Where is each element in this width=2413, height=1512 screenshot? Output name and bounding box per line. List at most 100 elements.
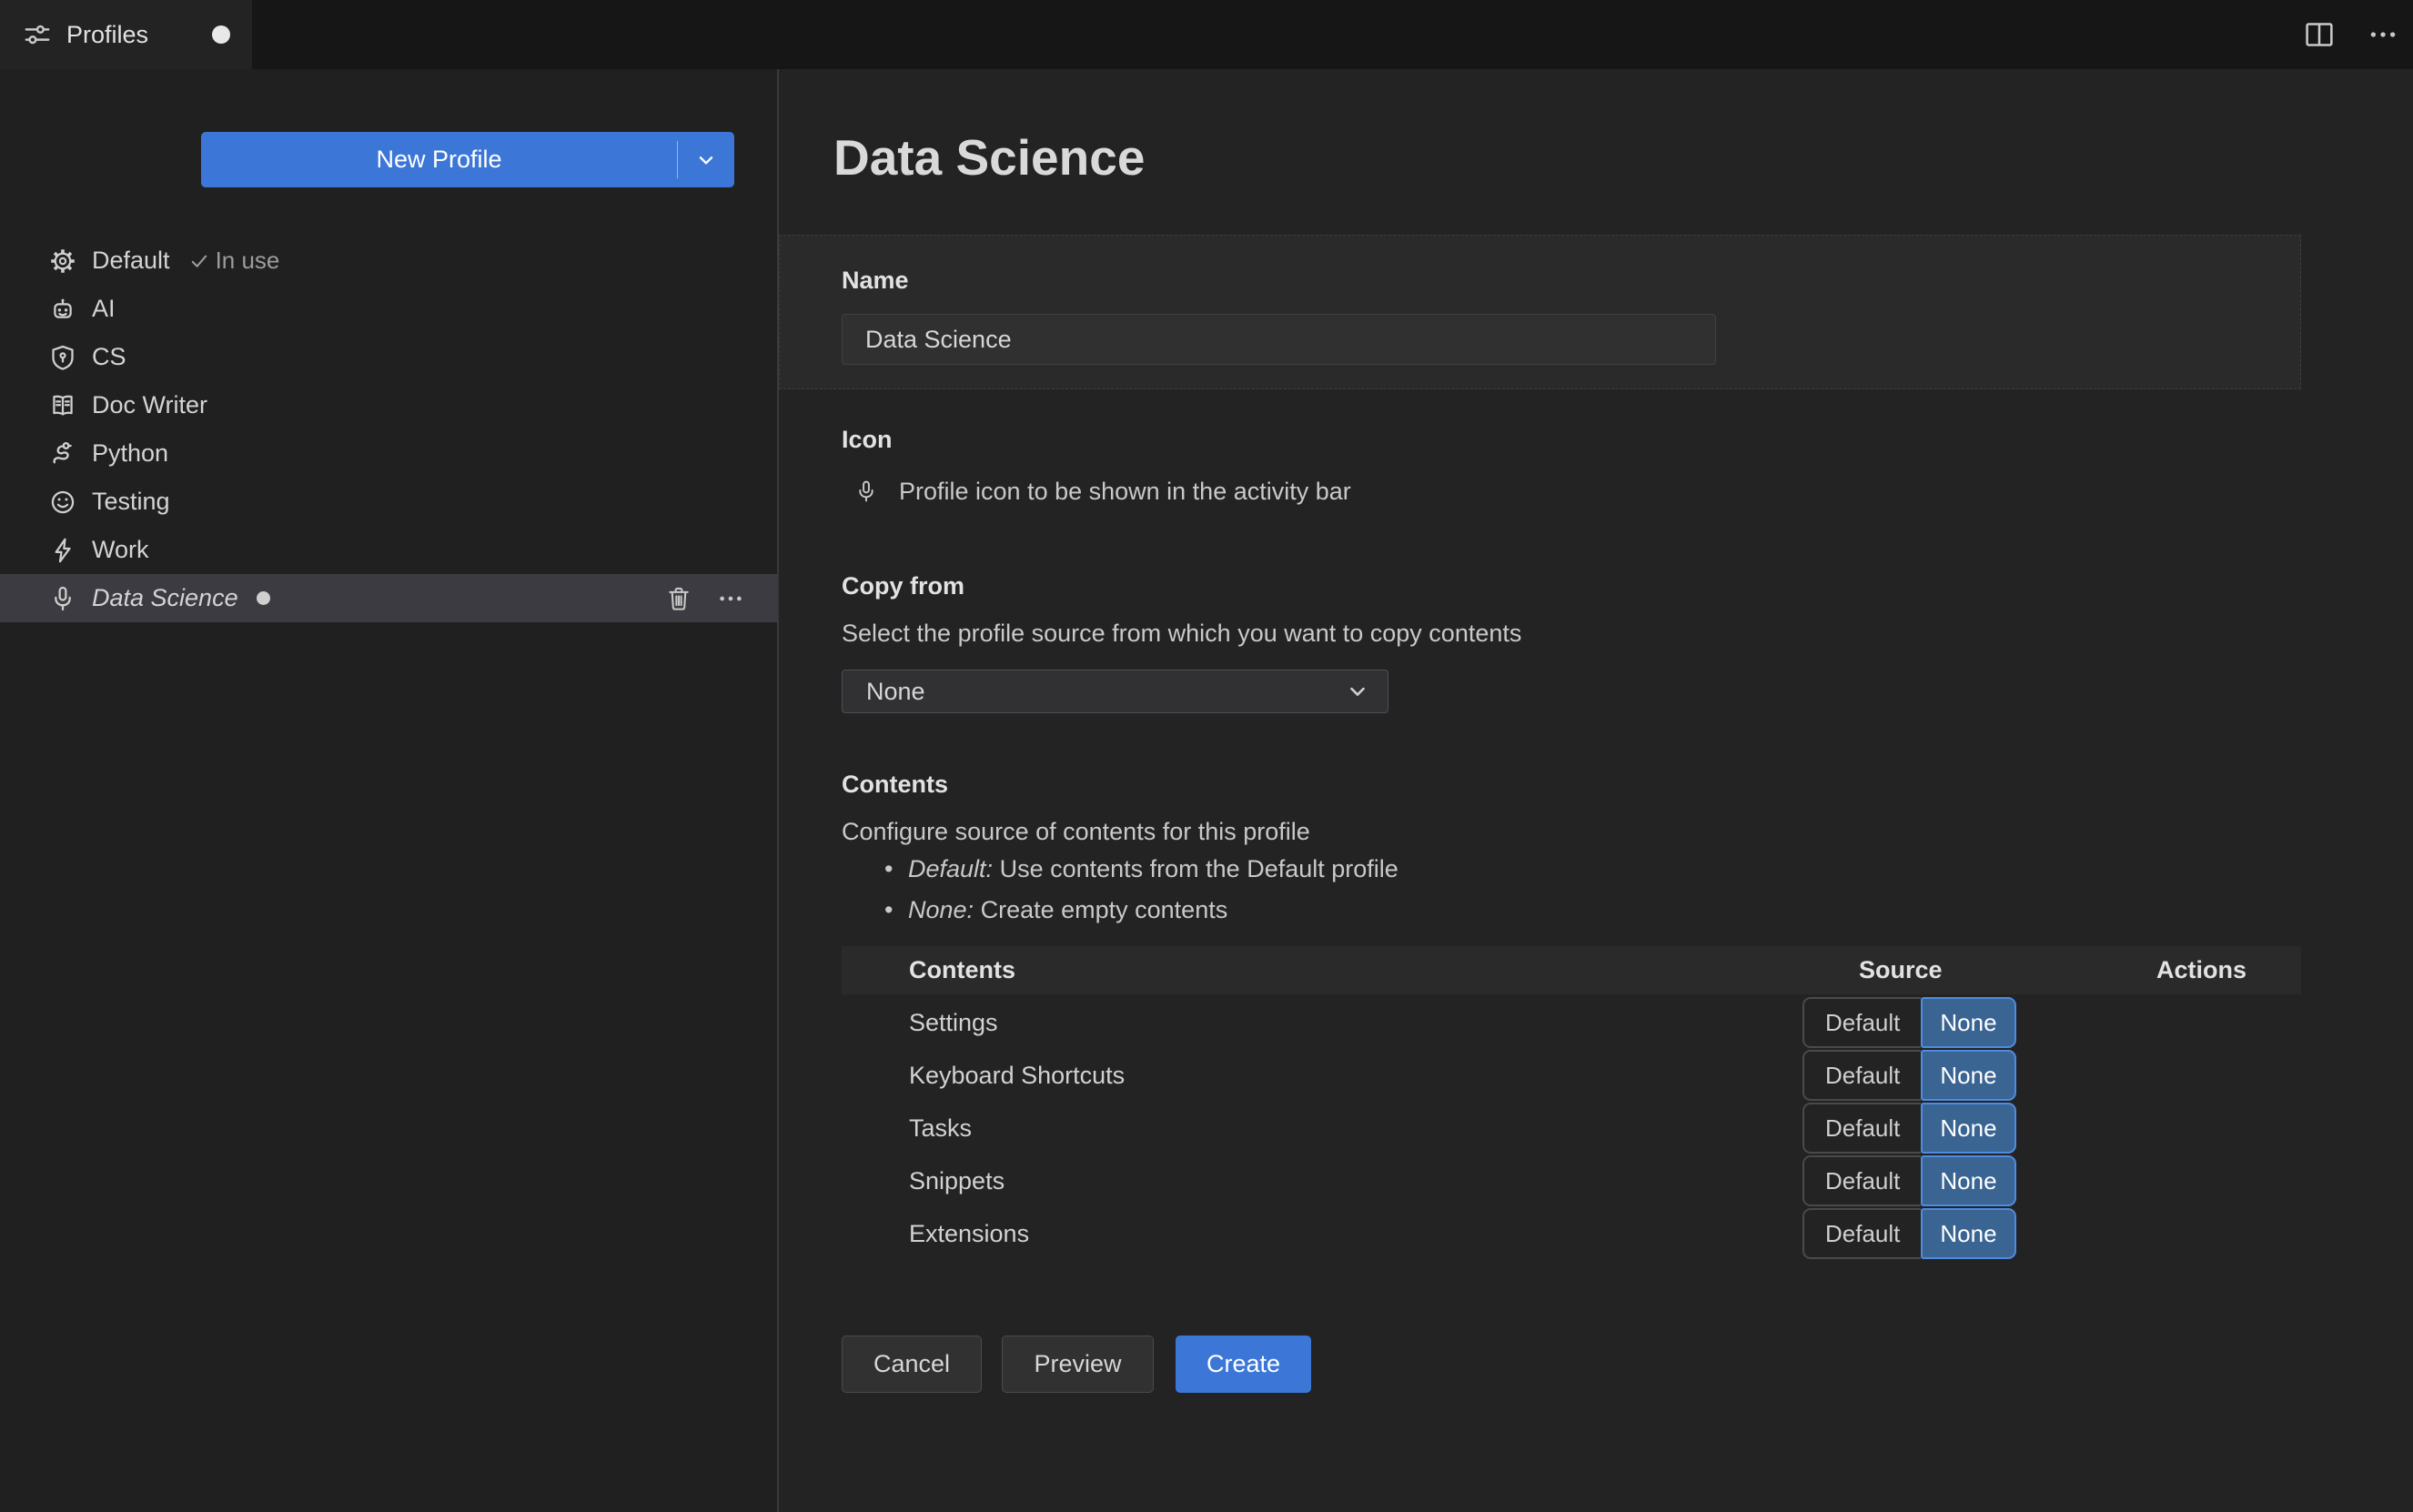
- profile-label: Doc Writer: [92, 391, 208, 418]
- copy-from-value: None: [866, 677, 925, 705]
- bullet-dot: •: [884, 855, 894, 882]
- column-header-contents: Contents: [909, 956, 1015, 983]
- copy-from-description: Select the profile source from which you…: [842, 620, 1522, 647]
- editor-actions: [2304, 0, 2398, 69]
- table-row-extensions: Extensions Default None: [842, 1207, 2301, 1260]
- book-icon: [49, 392, 76, 419]
- profile-item-work[interactable]: Work: [0, 526, 777, 574]
- row-label: Extensions: [909, 1219, 1030, 1247]
- cancel-button[interactable]: Cancel: [842, 1336, 982, 1393]
- contents-table: Settings Default None Keyboard Shortcuts…: [842, 996, 2301, 1260]
- source-toggle: Default None: [1802, 1208, 2016, 1259]
- robot-icon: [49, 296, 76, 323]
- profile-item-ai[interactable]: AI: [0, 285, 777, 333]
- page-title: Data Science: [833, 129, 1146, 186]
- column-header-source: Source: [1859, 956, 1943, 983]
- source-option-none[interactable]: None: [1921, 1155, 2016, 1206]
- table-row-tasks: Tasks Default None: [842, 1102, 2301, 1154]
- snake-icon: [49, 440, 76, 468]
- delete-profile-button[interactable]: [665, 585, 692, 612]
- footer-actions: Cancel Preview Create: [842, 1336, 1311, 1393]
- profile-label: Python: [92, 439, 169, 467]
- chevron-down-icon: [1346, 680, 1369, 703]
- source-option-default[interactable]: Default: [1802, 1050, 1922, 1101]
- profile-item-default[interactable]: Default In use: [0, 237, 777, 285]
- tab-title: Profiles: [66, 20, 149, 48]
- new-profile-dropdown[interactable]: [678, 132, 734, 187]
- profile-icon-picker[interactable]: Profile icon to be shown in the activity…: [854, 471, 1351, 511]
- contents-label: Contents: [842, 771, 948, 798]
- chevron-down-icon: [699, 156, 713, 165]
- tab-bar: Profiles: [0, 0, 2413, 69]
- profile-item-doc-writer[interactable]: Doc Writer: [0, 381, 777, 429]
- tab-profiles[interactable]: Profiles: [0, 0, 252, 69]
- contents-description: Configure source of contents for this pr…: [842, 818, 1310, 845]
- split-editor-icon[interactable]: [2304, 19, 2335, 50]
- profile-item-data-science[interactable]: Data Science: [0, 574, 777, 622]
- profile-name-input[interactable]: [842, 314, 1716, 365]
- shield-icon: [49, 344, 76, 371]
- icon-label: Icon: [842, 426, 893, 453]
- table-row-keyboard-shortcuts: Keyboard Shortcuts Default None: [842, 1049, 2301, 1102]
- microphone-icon[interactable]: [854, 475, 878, 508]
- create-button[interactable]: Create: [1176, 1336, 1311, 1393]
- row-label: Settings: [909, 1008, 998, 1036]
- profile-label: Default: [92, 247, 170, 274]
- profile-editor-pane: Data Science Name Icon Profile icon to b…: [779, 69, 2413, 1512]
- profile-item-testing[interactable]: Testing: [0, 478, 777, 526]
- tab-modified-dot[interactable]: [212, 25, 230, 44]
- profile-label: CS: [92, 343, 126, 370]
- bullet-default: • Default: Use contents from the Default…: [884, 855, 1398, 882]
- in-use-badge: In use: [188, 247, 279, 275]
- table-row-snippets: Snippets Default None: [842, 1154, 2301, 1207]
- column-header-actions: Actions: [2156, 956, 2247, 983]
- source-toggle: Default None: [1802, 1103, 2016, 1154]
- check-icon: [191, 255, 207, 267]
- table-row-settings: Settings Default None: [842, 996, 2301, 1049]
- sliders-icon: [24, 21, 51, 48]
- trash-icon: [669, 587, 689, 610]
- gear-icon: [49, 247, 76, 275]
- source-option-default[interactable]: Default: [1802, 1208, 1922, 1259]
- copy-from-select[interactable]: None: [842, 670, 1388, 713]
- preview-button[interactable]: Preview: [1002, 1336, 1154, 1393]
- source-option-none[interactable]: None: [1921, 1050, 2016, 1101]
- profile-label: Data Science: [92, 584, 238, 611]
- new-profile-button[interactable]: New Profile: [201, 132, 734, 187]
- microphone-icon: [49, 585, 76, 612]
- row-label: Snippets: [909, 1166, 1005, 1194]
- source-option-default[interactable]: Default: [1802, 997, 1922, 1048]
- copy-from-label: Copy from: [842, 572, 964, 600]
- name-section: Name: [779, 235, 2301, 389]
- source-option-none[interactable]: None: [1921, 1103, 2016, 1154]
- source-option-none[interactable]: None: [1921, 1208, 2016, 1259]
- source-toggle: Default None: [1802, 1050, 2016, 1101]
- contents-table-header: Contents Source Actions: [842, 946, 2301, 994]
- ellipsis-icon: [720, 596, 742, 600]
- profile-label: Testing: [92, 488, 170, 515]
- source-toggle: Default None: [1802, 997, 2016, 1048]
- profile-item-python[interactable]: Python: [0, 429, 777, 478]
- bullet-none: • None: Create empty contents: [884, 896, 1228, 923]
- profile-row-actions: [665, 585, 777, 612]
- lightning-icon: [49, 537, 76, 564]
- bullet-dot: •: [884, 896, 894, 923]
- source-toggle: Default None: [1802, 1155, 2016, 1206]
- profiles-editor-window: Profiles New Profile Default In use AI C…: [0, 0, 2413, 1512]
- source-option-default[interactable]: Default: [1802, 1155, 1922, 1206]
- profile-label: AI: [92, 295, 116, 322]
- name-label: Name: [842, 267, 909, 294]
- more-actions-icon[interactable]: [2368, 19, 2398, 50]
- profiles-sidebar: New Profile Default In use AI CS Doc Wri…: [0, 69, 777, 1512]
- row-label: Keyboard Shortcuts: [909, 1061, 1126, 1089]
- new-profile-label[interactable]: New Profile: [201, 132, 677, 187]
- row-label: Tasks: [909, 1114, 973, 1142]
- source-option-default[interactable]: Default: [1802, 1103, 1922, 1154]
- profile-item-cs[interactable]: CS: [0, 333, 777, 381]
- profile-label: Work: [92, 536, 149, 563]
- more-profile-actions-button[interactable]: [717, 585, 744, 612]
- source-option-none[interactable]: None: [1921, 997, 2016, 1048]
- profile-modified-dot: [256, 591, 270, 605]
- smiley-icon: [49, 489, 76, 516]
- icon-description: Profile icon to be shown in the activity…: [899, 477, 1351, 505]
